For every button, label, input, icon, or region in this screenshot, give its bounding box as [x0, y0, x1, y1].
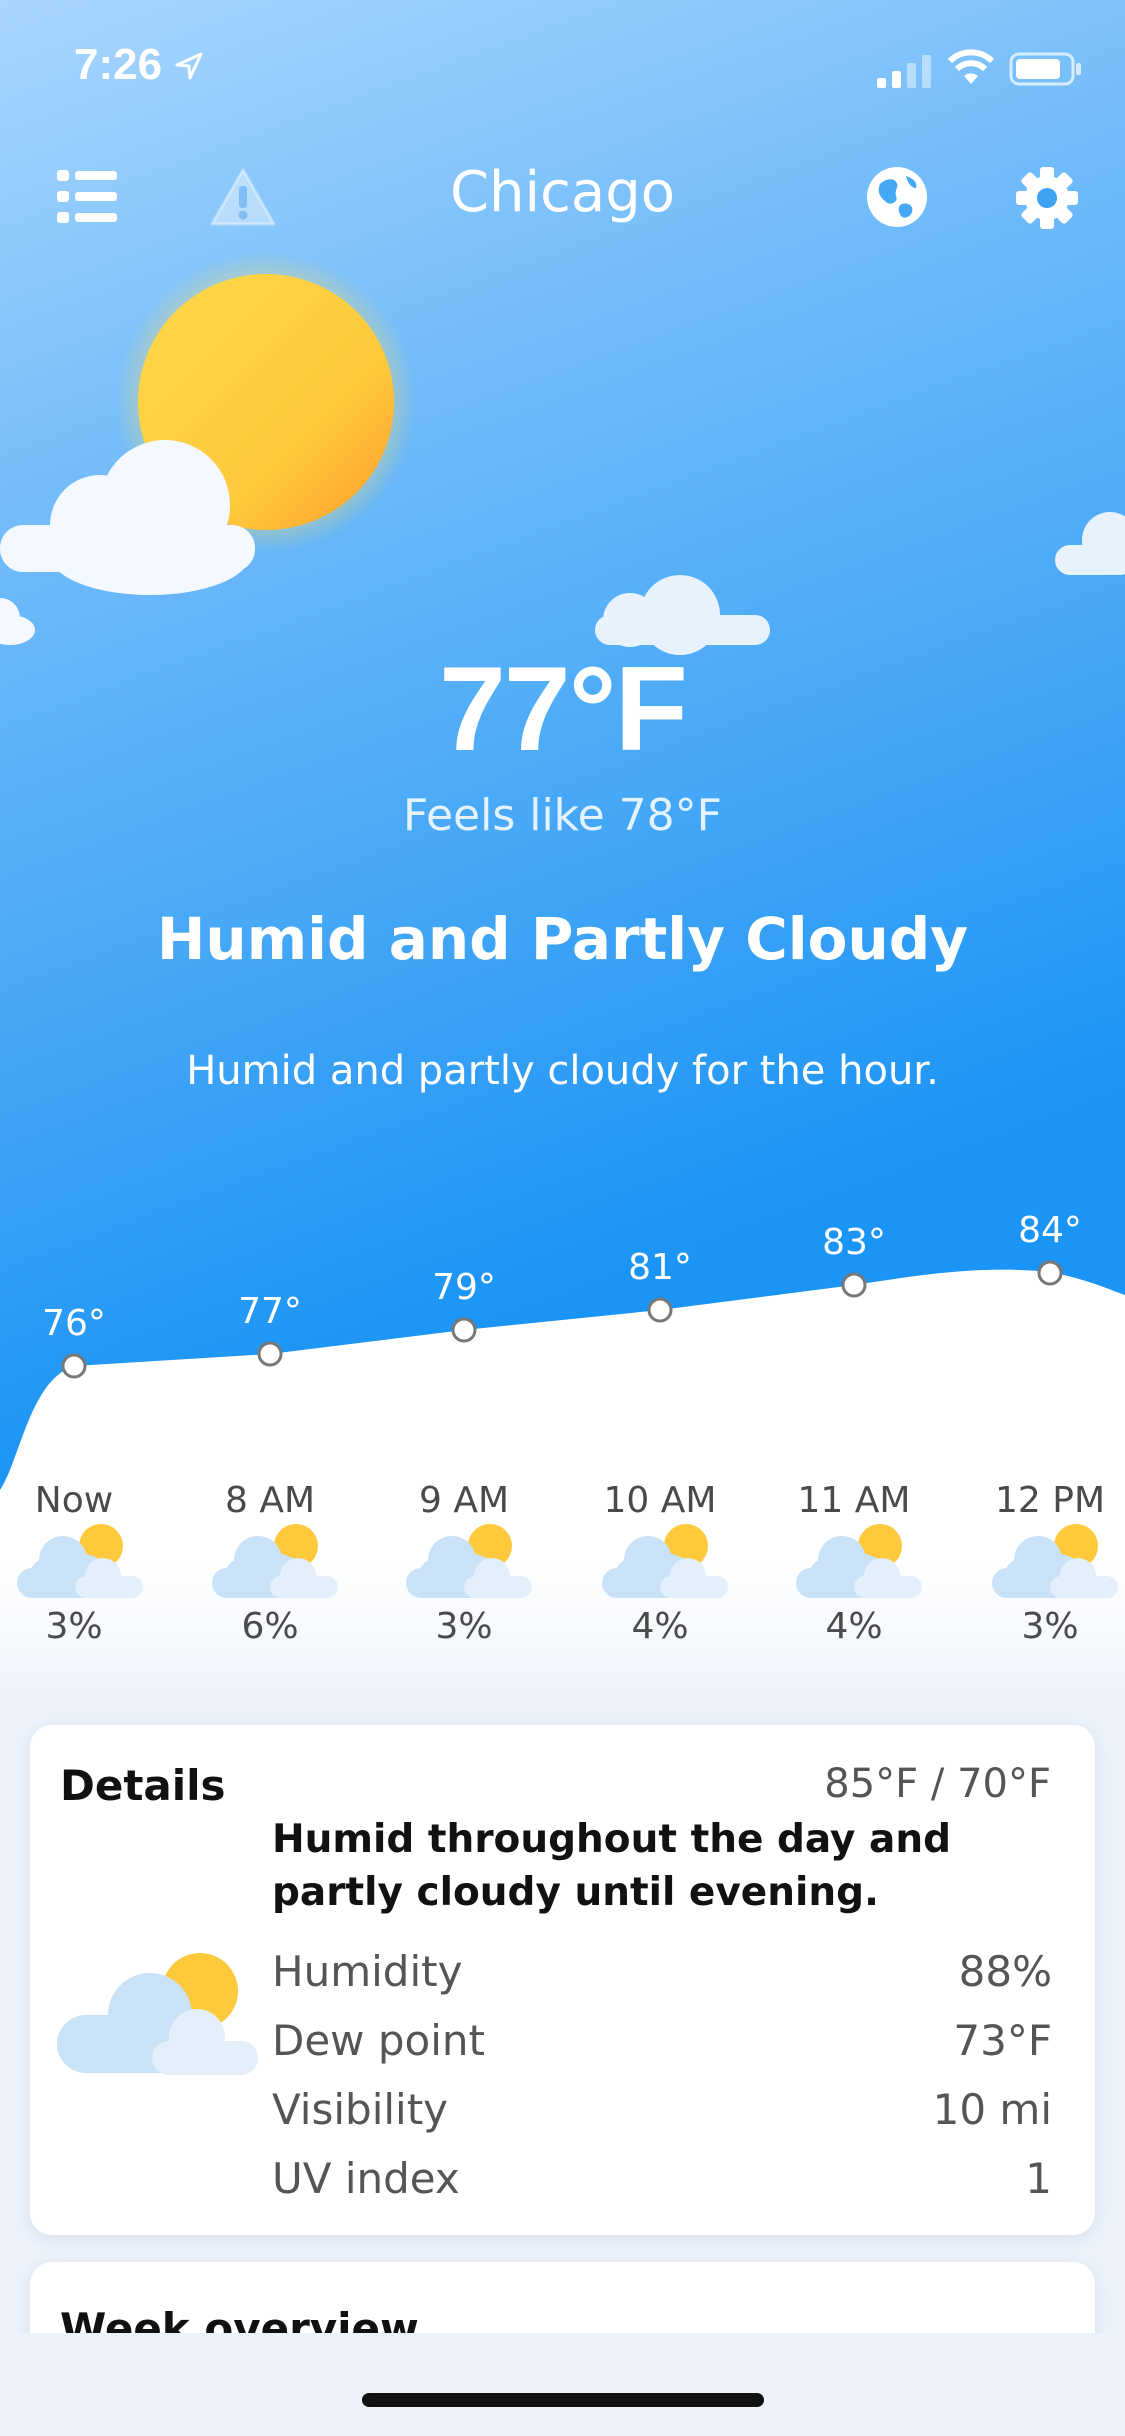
- hour-point-11am: [841, 1272, 867, 1298]
- bottom-safe-area: [0, 2333, 1125, 2436]
- detail-label: Visibility: [272, 2085, 449, 2134]
- hour-label: 10 AM: [603, 1480, 717, 1521]
- cellular-signal-icon: [877, 55, 931, 88]
- hour-temp: 79°: [432, 1267, 496, 1308]
- hour-temp: 83°: [822, 1222, 886, 1263]
- hour-point-9am: [451, 1317, 477, 1343]
- detail-row-visibility: Visibility 10 mi: [272, 2085, 1052, 2145]
- status-time: 7:26: [74, 40, 204, 90]
- gear-icon[interactable]: [1015, 166, 1079, 230]
- hour-point-10am: [647, 1297, 673, 1323]
- detail-value: 1: [1025, 2154, 1052, 2203]
- detail-row-uv-index: UV index 1: [272, 2154, 1052, 2214]
- wifi-icon: [948, 49, 994, 84]
- partly-cloudy-icon: [406, 1524, 532, 1598]
- hour-precip: 6%: [241, 1606, 299, 1647]
- details-title: Details: [60, 1761, 226, 1810]
- day-summary: Humid throughout the day and partly clou…: [272, 1817, 952, 1915]
- high-low-temperature: 85°F / 70°F: [824, 1761, 1051, 1807]
- detail-label: Humidity: [272, 1947, 463, 1996]
- hour-precip: 3%: [435, 1606, 493, 1647]
- hour-point-12pm: [1037, 1260, 1063, 1286]
- partly-cloudy-icon: [212, 1524, 338, 1598]
- partly-cloudy-icon: [992, 1524, 1118, 1598]
- detail-value: 88%: [958, 1947, 1052, 1996]
- current-temperature: 77°F: [439, 642, 688, 776]
- status-time-text: 7:26: [74, 40, 163, 89]
- detail-row-humidity: Humidity 88%: [272, 1947, 1052, 2007]
- hour-label: 8 AM: [224, 1480, 316, 1521]
- detail-row-dew-point: Dew point 73°F: [272, 2016, 1052, 2076]
- hour-precip: 3%: [45, 1606, 103, 1647]
- hour-temp: 84°: [1018, 1210, 1082, 1251]
- location-arrow-icon: [175, 52, 203, 80]
- battery-icon: [1009, 52, 1081, 86]
- partly-cloudy-icon: [602, 1524, 728, 1598]
- hour-temp: 77°: [238, 1291, 302, 1332]
- partly-cloudy-icon: [57, 1953, 258, 2075]
- hour-precip: 4%: [631, 1606, 689, 1647]
- partly-cloudy-icon: [17, 1524, 143, 1598]
- hour-precip: 4%: [825, 1606, 883, 1647]
- hour-summary: Humid and partly cloudy for the hour.: [186, 1048, 939, 1094]
- home-indicator[interactable]: [362, 2393, 764, 2407]
- hour-label: 9 AM: [418, 1480, 510, 1521]
- globe-icon[interactable]: [866, 166, 928, 228]
- weather-screen: 7:26 Chicago 77°F Feels like 78°F Humid …: [0, 0, 1125, 2436]
- hour-temp: 76°: [42, 1303, 106, 1344]
- hourly-temperature-hill: [0, 1260, 1125, 1700]
- condition-title: Humid and Partly Cloudy: [156, 905, 969, 973]
- city-title[interactable]: Chicago: [0, 160, 1125, 225]
- detail-label: Dew point: [272, 2016, 485, 2065]
- partly-cloudy-icon: [796, 1524, 922, 1598]
- detail-value: 10 mi: [932, 2085, 1052, 2134]
- detail-label: UV index: [272, 2154, 460, 2203]
- detail-value: 73°F: [953, 2016, 1052, 2065]
- details-card[interactable]: Details 85°F / 70°F Humid throughout the…: [30, 1725, 1095, 2235]
- hour-temp: 81°: [628, 1247, 692, 1288]
- hour-label: 11 AM: [797, 1480, 911, 1521]
- feels-like-text: Feels like 78°F: [403, 790, 722, 841]
- hour-point-8am: [257, 1341, 283, 1367]
- hour-label: 12 PM: [994, 1480, 1106, 1521]
- hour-point-now: [61, 1353, 87, 1379]
- hour-precip: 3%: [1021, 1606, 1079, 1647]
- hour-label: Now: [34, 1480, 114, 1521]
